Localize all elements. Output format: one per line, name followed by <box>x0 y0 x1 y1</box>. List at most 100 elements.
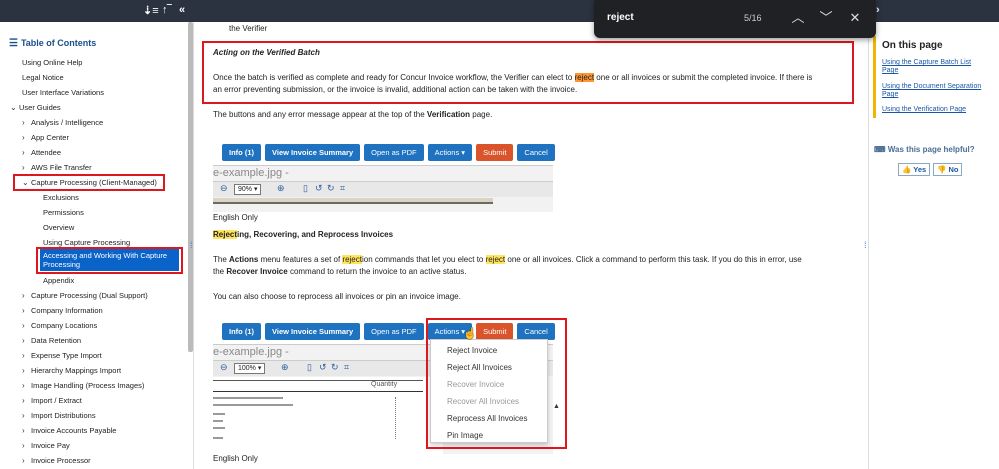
toolbar-1: Info (1) View Invoice Summary Open as PD… <box>222 144 555 161</box>
toc-item-label: Invoice Pay <box>31 441 70 450</box>
chevron-right-icon[interactable]: › <box>22 148 31 157</box>
chevron-right-icon[interactable]: › <box>22 336 31 345</box>
sort-ascending-icon[interactable]: ↑‾ <box>162 4 171 16</box>
toc-item[interactable]: Appendix <box>43 276 74 285</box>
chevron-right-icon[interactable]: › <box>22 118 31 127</box>
chevron-right-icon[interactable]: › <box>22 306 31 315</box>
image-viewer-1: e-example.jpg - ⊖ 90% ▾ ⊕ ▯ ↺ ↻ ⌗ <box>213 165 553 212</box>
toc-item-label: Import / Extract <box>31 396 82 405</box>
toc-item[interactable]: Legal Notice <box>22 73 64 82</box>
chevron-right-icon[interactable]: › <box>22 411 31 420</box>
rotate-left-icon[interactable]: ↺ <box>319 362 327 373</box>
hamburger-icon[interactable]: ☰ <box>9 38 18 49</box>
find-next-chevron-down-icon[interactable]: ﹀ <box>817 9 835 27</box>
chevron-right-icon[interactable]: › <box>22 291 31 300</box>
crop-icon[interactable]: ⌗ <box>344 362 349 373</box>
page-icon[interactable]: ▯ <box>303 183 308 194</box>
helpful-question: ⌨ Was this page helpful? <box>874 145 975 154</box>
zoom-out-icon[interactable]: ⊖ <box>220 362 228 373</box>
resize-handle-left-icon[interactable]: ⁞ <box>190 240 193 250</box>
rotate-right-icon[interactable]: ↻ <box>327 183 335 194</box>
link-document-separation[interactable]: Using the Document Separation Page <box>882 83 982 99</box>
page-icon[interactable]: ▯ <box>307 362 312 373</box>
info-button-2[interactable]: Info (1) <box>222 323 261 340</box>
toc-item[interactable]: › App Center <box>22 133 69 142</box>
chevron-right-icon[interactable]: › <box>22 441 31 450</box>
zoom-select[interactable]: 90% ▾ <box>234 184 262 195</box>
no-button[interactable]: 👎 No <box>933 163 963 176</box>
toc-item[interactable]: › Data Retention <box>22 336 81 345</box>
info-button[interactable]: Info (1) <box>222 144 261 161</box>
toc-item[interactable]: › AWS File Transfer <box>22 163 92 172</box>
toc-item[interactable]: › Capture Processing (Dual Support) <box>22 291 148 300</box>
highlight-box-section1 <box>202 41 854 104</box>
toc-item-label: Analysis / Intelligence <box>31 118 104 127</box>
toc-item[interactable]: › Import / Extract <box>22 396 82 405</box>
toc-item-label: User Interface Variations <box>22 88 104 97</box>
toc-item-label: Image Handling (Process Images) <box>31 381 145 390</box>
chevron-right-icon[interactable]: › <box>22 163 31 172</box>
crop-icon[interactable]: ⌗ <box>340 183 345 194</box>
toc-item-label: Import Distributions <box>31 411 96 420</box>
chevron-right-icon[interactable]: › <box>22 456 31 465</box>
toc-item[interactable]: › Analysis / Intelligence <box>22 118 103 127</box>
top-fragment: the Verifier <box>229 24 268 33</box>
toc-item[interactable]: Using Online Help <box>22 58 82 67</box>
zoom-in-icon[interactable]: ⊕ <box>281 362 289 373</box>
toc-item[interactable]: Exclusions <box>43 193 79 202</box>
cancel-button[interactable]: Cancel <box>517 144 555 161</box>
zoom-select-2[interactable]: 100% ▾ <box>234 363 266 374</box>
collapse-sidebar-icon[interactable]: « <box>179 4 185 16</box>
link-capture-batch-list[interactable]: Using the Capture Batch List Page <box>882 59 982 75</box>
toc-sidebar: ☰ Table of Contents Using Online Help Lega… <box>0 22 194 469</box>
find-input[interactable]: reject <box>607 12 634 23</box>
highlight-box-selected-item <box>36 247 183 274</box>
toc-item[interactable]: › Invoice Pay <box>22 441 70 450</box>
toc-item-label: Invoice Processor <box>31 456 91 465</box>
chevron-right-icon[interactable]: › <box>22 351 31 360</box>
toc-item[interactable]: Overview <box>43 223 74 232</box>
toc-item[interactable]: › Import Distributions <box>22 411 96 420</box>
toc-title: ☰ Table of Contents <box>9 38 97 49</box>
toc-item[interactable]: ⌄ User Guides <box>10 103 61 112</box>
sort-descending-icon[interactable]: ⇣≡ <box>143 4 159 17</box>
toc-item[interactable]: › Expense Type Import <box>22 351 102 360</box>
zoom-in-icon[interactable]: ⊕ <box>277 183 285 194</box>
chevron-right-icon[interactable]: › <box>22 321 31 330</box>
toc-item[interactable]: › Company Locations <box>22 321 97 330</box>
rotate-right-icon[interactable]: ↻ <box>331 362 339 373</box>
actions-button[interactable]: Actions ▾ <box>427 144 473 161</box>
zoom-out-icon[interactable]: ⊖ <box>220 183 228 194</box>
toc-item[interactable]: Permissions <box>43 208 84 217</box>
toc-item[interactable]: › Image Handling (Process Images) <box>22 381 144 390</box>
rotate-left-icon[interactable]: ↺ <box>315 183 323 194</box>
toc-item[interactable]: › Attendee <box>22 148 61 157</box>
chevron-right-icon[interactable]: › <box>22 366 31 375</box>
chevron-right-icon[interactable]: › <box>22 426 31 435</box>
chevron-down-icon[interactable]: ⌄ <box>10 103 19 112</box>
submit-button[interactable]: Submit <box>476 144 514 161</box>
toc-item[interactable]: User Interface Variations <box>22 88 104 97</box>
toc-item-label: AWS File Transfer <box>31 163 92 172</box>
toc-item[interactable]: › Invoice Accounts Payable <box>22 426 116 435</box>
open-pdf-button-2[interactable]: Open as PDF <box>364 323 424 340</box>
toc-item[interactable]: › Invoice Processor <box>22 456 91 465</box>
chevron-right-icon[interactable]: › <box>22 381 31 390</box>
quantity-header: Quantity <box>371 381 398 388</box>
find-previous-chevron-up-icon[interactable]: ︿ <box>789 9 807 27</box>
toc-item-label: Using Capture Processing <box>43 238 131 247</box>
chevron-right-icon[interactable]: › <box>876 4 880 16</box>
find-close-icon[interactable]: ✕ <box>846 9 864 27</box>
resize-handle-icon[interactable]: ⁞ <box>864 240 867 250</box>
view-summary-button[interactable]: View Invoice Summary <box>265 144 361 161</box>
toc-item[interactable]: › Company Information <box>22 306 103 315</box>
chevron-right-icon[interactable]: › <box>22 133 31 142</box>
chevron-right-icon[interactable]: › <box>22 396 31 405</box>
yes-button[interactable]: 👍 Yes <box>898 163 931 176</box>
open-pdf-button[interactable]: Open as PDF <box>364 144 424 161</box>
toc-item-label: Attendee <box>31 148 62 157</box>
toc-item[interactable]: Using Capture Processing <box>43 238 130 247</box>
view-summary-button-2[interactable]: View Invoice Summary <box>265 323 361 340</box>
toc-item[interactable]: › Hierarchy Mappings Import <box>22 366 121 375</box>
link-verification-page[interactable]: Using the Verification Page <box>882 106 982 114</box>
